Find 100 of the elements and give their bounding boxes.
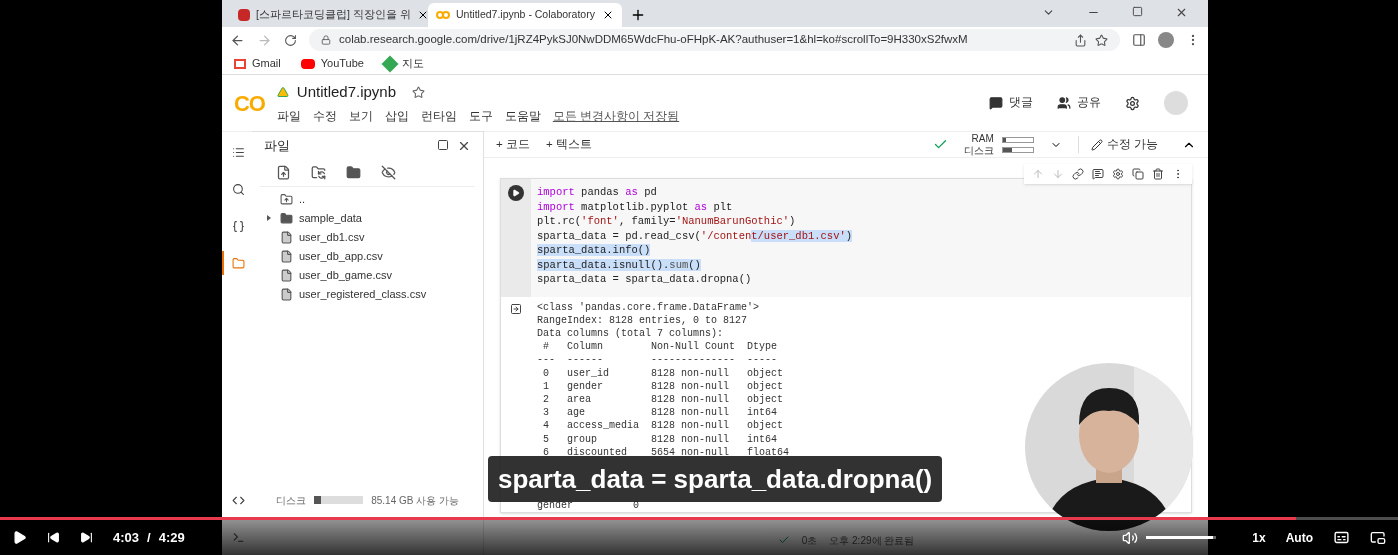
code-line: sparta_data = pd.read_csv('/content/user_db1.csv') [537, 228, 853, 243]
volume-slider[interactable] [1146, 536, 1217, 539]
edit-mode-button[interactable]: 수정 가능 [1077, 135, 1158, 154]
drive-folder-icon[interactable] [346, 165, 361, 180]
next-icon[interactable] [80, 531, 93, 544]
file-icon [280, 230, 293, 244]
file-item[interactable]: sample_data [264, 210, 483, 226]
notebook-title[interactable]: Untitled7.ipynb [296, 81, 397, 104]
disk-meter [314, 496, 364, 504]
menu-item[interactable]: 수정 [312, 107, 337, 125]
play-icon[interactable] [12, 530, 27, 545]
output-line: Data columns (total 7 columns): [537, 326, 725, 341]
comment-button[interactable]: 댓글 [989, 94, 1033, 112]
share-icon[interactable] [1074, 33, 1087, 47]
new-tab-icon[interactable] [630, 7, 646, 23]
disk-label: 디스크 [276, 493, 306, 508]
back-icon[interactable] [230, 32, 245, 48]
side-panel-icon[interactable] [1132, 33, 1146, 47]
menu-item[interactable]: 보기 [348, 107, 373, 125]
play-icon [512, 189, 520, 197]
share-button[interactable]: 공유 [1057, 94, 1101, 112]
profile-avatar[interactable] [1158, 32, 1174, 48]
add-text-button[interactable]: + 텍스트 [545, 135, 592, 154]
close-icon[interactable] [602, 9, 614, 21]
add-code-button[interactable]: + 코드 [496, 135, 530, 154]
hidden-files-icon[interactable] [381, 165, 396, 180]
check-icon [777, 534, 790, 546]
ram-label: RAM [971, 132, 994, 145]
file-icon [280, 249, 293, 263]
previous-icon[interactable] [47, 531, 60, 544]
pencil-icon [1090, 138, 1103, 151]
menu-item[interactable]: 삽입 [384, 107, 409, 125]
panel-title: 파일 [264, 136, 290, 155]
list-icon [231, 145, 245, 159]
quality-button[interactable]: Auto [1285, 528, 1313, 547]
run-button[interactable] [508, 185, 524, 201]
folder-icon [231, 256, 245, 270]
menu-item[interactable]: 도구 [468, 107, 493, 125]
bookmark-link[interactable]: 지도 [401, 55, 424, 72]
pip-icon[interactable] [1370, 529, 1386, 546]
volume-icon[interactable] [1122, 529, 1139, 546]
star-icon[interactable] [1095, 33, 1108, 47]
file-item[interactable]: user_db_game.csv [264, 267, 483, 283]
captions-icon[interactable] [1333, 529, 1350, 546]
close-icon[interactable] [1175, 6, 1188, 19]
menu-item[interactable]: 파일 [276, 107, 301, 125]
browser-tab[interactable]: [스파르타코딩클럽] 직장인을 위 [230, 3, 424, 27]
file-item[interactable]: .. [264, 191, 483, 207]
file-icon [280, 287, 293, 301]
code-line: import matplotlib.pyplot as plt [537, 199, 734, 214]
output-line: --- ------ -------------- ----- [537, 353, 779, 367]
logo-icon [436, 11, 450, 19]
code-line: import pandas as pd [537, 185, 658, 200]
refresh-folder-icon[interactable] [311, 165, 326, 180]
disk-label: 디스크 [963, 144, 994, 157]
terminal-icon [231, 530, 245, 544]
usage-meter [1001, 136, 1034, 143]
output-line: 4 access_media 8128 non-null object [542, 419, 785, 433]
star-icon[interactable] [412, 85, 426, 99]
book-icon [238, 9, 250, 21]
bookmark-link[interactable]: Gmail [252, 55, 281, 72]
expand-icon[interactable] [266, 215, 272, 221]
upload-icon[interactable] [276, 165, 291, 180]
folder-icon [280, 211, 293, 225]
file-item[interactable]: user_db_app.csv [264, 248, 483, 264]
mirror-icon[interactable] [1132, 168, 1144, 180]
people-icon [1057, 96, 1071, 110]
comment-icon[interactable] [1092, 168, 1104, 180]
settings-icon[interactable] [1125, 95, 1140, 111]
drive-icon [276, 86, 289, 99]
disk-free-text: 85.14 GB 사용 가능 [371, 493, 459, 508]
code-line: sparta_data = sparta_data.dropna() [537, 272, 753, 287]
reload-icon[interactable] [284, 33, 297, 47]
output-icon[interactable] [510, 302, 522, 315]
window-icon[interactable] [437, 138, 449, 151]
link-icon[interactable] [1072, 168, 1084, 180]
output-line: 5 group 8128 non-null int64 [542, 432, 779, 446]
output-line: # Column Non-Null Count Dtype [542, 340, 779, 354]
output-line: 6 discounted 5654 non-null float64 [542, 445, 790, 459]
output-line: <class 'pandas.core.frame.DataFrame'> [537, 300, 761, 314]
address-bar[interactable]: colab.research.google.com/drive/1jRZ4PykSJ0NwDDM65WdcFhu-oFHpK-AK?authuser=1&hl=ko#scrollTo=9H330xS2fwxM [309, 29, 1120, 51]
bookmark-link[interactable]: YouTube [320, 55, 364, 72]
speed-button[interactable]: 1x [1252, 528, 1266, 547]
tab-title: [스파르타코딩클럽] 직장인을 위 [256, 7, 411, 23]
usage-meter [1001, 146, 1034, 153]
file-item[interactable]: user_db1.csv [264, 229, 483, 245]
output-line: 0 user_id 8128 non-null object [542, 366, 785, 380]
folder-up-icon [280, 192, 293, 206]
current-time: 4:03 [113, 528, 140, 547]
maximize-icon[interactable] [1132, 6, 1143, 17]
settings-icon[interactable] [1112, 168, 1124, 180]
browser-tab[interactable]: Untitled7.ipynb - Colaboratory [428, 3, 622, 27]
save-status-link[interactable]: 모든 변경사항이 저장됨 [552, 107, 680, 125]
menu-item[interactable]: 런타임 [420, 107, 457, 125]
file-item[interactable]: user_registered_class.csv [264, 286, 483, 302]
comment-icon [989, 96, 1003, 110]
output-line: RangeIndex: 8128 entries, 0 to 8127 [537, 313, 749, 327]
delete-icon[interactable] [1152, 168, 1164, 180]
menu-item[interactable]: 도움말 [504, 107, 541, 125]
code-line: sparta_data.isnull().sum() [537, 257, 702, 272]
